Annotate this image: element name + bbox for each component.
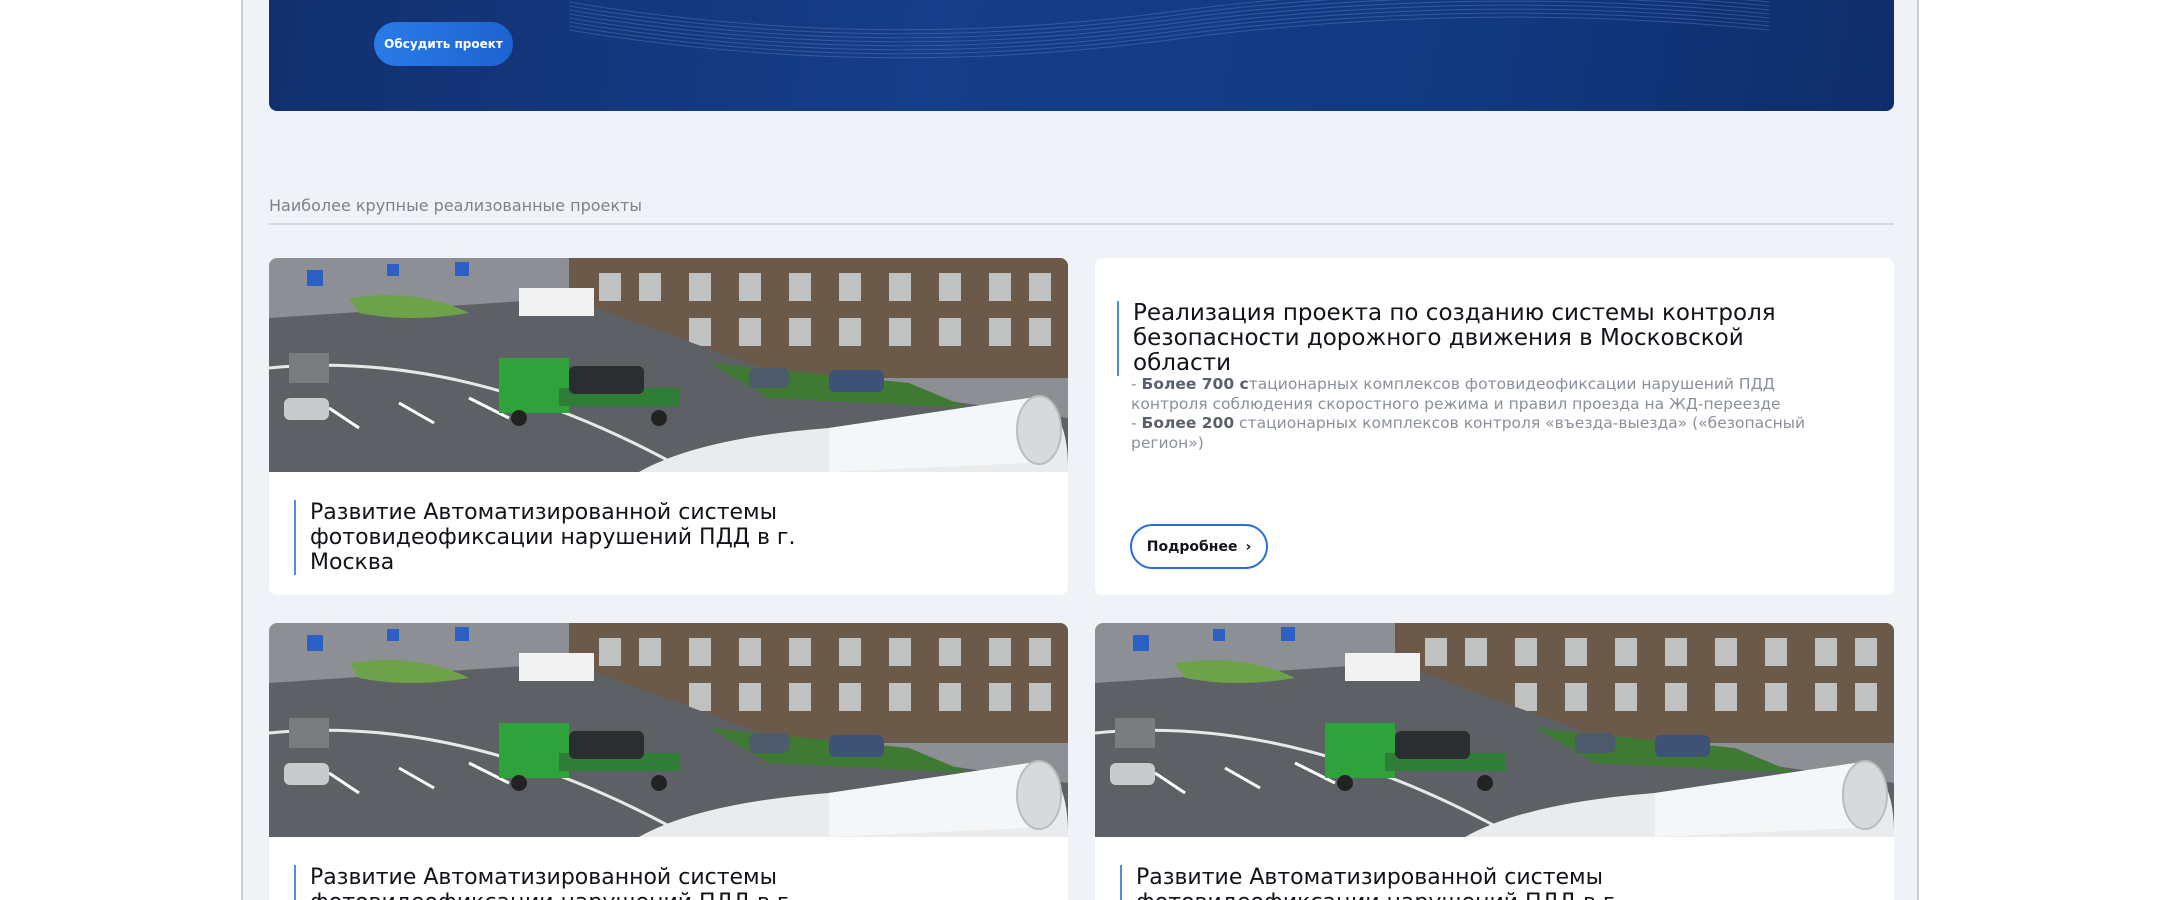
project-card[interactable]: Развитие Автоматизированной системы фото… (269, 623, 1068, 900)
project-title[interactable]: Развитие Автоматизированной системы фото… (294, 500, 870, 575)
project-title[interactable]: Развитие Автоматизированной системы фото… (1120, 865, 1696, 900)
discuss-project-button[interactable]: Обсудить проект (374, 22, 513, 66)
page-frame: Обсудить проект Наиболее крупные реализо… (241, 0, 1919, 900)
project-photo (269, 258, 1068, 472)
stat-line: регион») (1131, 433, 1204, 452)
stat-line: - Более 700 стационарных комплексов фото… (1131, 375, 1775, 393)
project-title[interactable]: Развитие Автоматизированной системы фото… (294, 865, 870, 900)
section-title: Наиболее крупные реализованные проекты (269, 196, 1894, 225)
project-title-line: Развитие Автоматизированной системы (310, 865, 778, 890)
project-photo (1095, 623, 1894, 837)
stat-line: контроля соблюдения скоростного режима и… (1131, 394, 1781, 413)
wave-decoration (568, 0, 1770, 59)
project-title-line: фотовидеофиксации нарушений ПДД в г. Мос… (1136, 890, 1696, 900)
project-title: Реализация проекта по созданию системы к… (1117, 301, 1833, 376)
stat-line: - Более 200 стационарных комплексов конт… (1131, 414, 1806, 432)
project-title-line: Развитие Автоматизированной системы (310, 500, 778, 525)
project-title-line: Развитие Автоматизированной системы (1136, 865, 1604, 890)
project-title-line: фотовидеофиксации нарушений ПДД в г. Мос… (310, 525, 796, 575)
project-title-line: Реализация проекта по созданию системы к… (1133, 300, 1776, 326)
project-photo (269, 623, 1068, 837)
project-title-line: безопасности дорожного движения в Москов… (1133, 325, 1744, 376)
project-title-line: фотовидеофиксации нарушений ПДД в г. Мос… (310, 890, 870, 900)
project-card[interactable]: Развитие Автоматизированной системы фото… (1095, 623, 1894, 900)
more-details-button[interactable]: Подробнее › (1130, 524, 1268, 569)
project-details-card: Реализация проекта по созданию системы к… (1095, 258, 1894, 595)
project-stats: - Более 700 стационарных комплексов фото… (1131, 375, 1811, 453)
more-details-label: Подробнее (1146, 538, 1238, 555)
chevron-right-icon: › (1245, 538, 1252, 555)
project-card[interactable]: Развитие Автоматизированной системы фото… (269, 258, 1068, 595)
hero-banner: Обсудить проект (269, 0, 1894, 111)
